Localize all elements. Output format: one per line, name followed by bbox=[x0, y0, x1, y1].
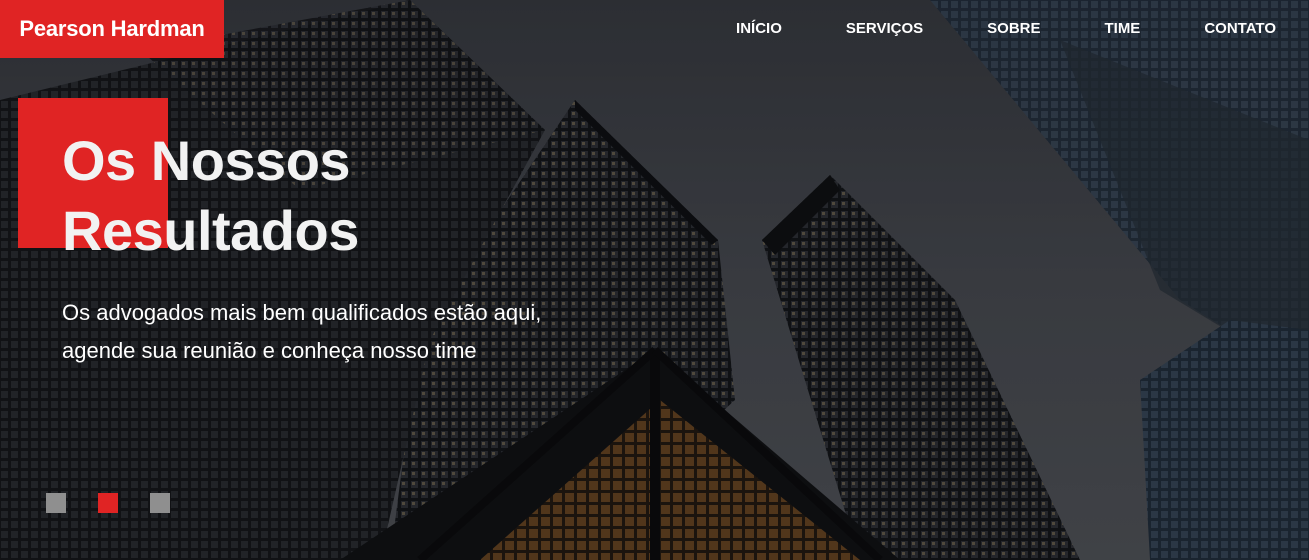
hero-banner: Pearson Hardman INÍCIO SERVIÇOS SOBRE TI… bbox=[0, 0, 1309, 560]
nav-item-time[interactable]: TIME bbox=[1104, 20, 1140, 37]
hero-title-line-1: Os Nossos bbox=[62, 129, 351, 192]
nav-item-servicos[interactable]: SERVIÇOS bbox=[846, 20, 923, 37]
hero-subtitle-line-1: Os advogados mais bem qualificados estão… bbox=[62, 300, 542, 325]
nav-item-inicio[interactable]: INÍCIO bbox=[736, 20, 782, 37]
carousel-indicators bbox=[46, 493, 202, 513]
carousel-dot-2[interactable] bbox=[98, 493, 118, 513]
hero-title-line-2: Resultados bbox=[62, 199, 359, 262]
hero-subtitle-line-2: agende sua reunião e conheça nosso time bbox=[62, 338, 477, 363]
carousel-dot-3[interactable] bbox=[150, 493, 170, 513]
nav-item-contato[interactable]: CONTATO bbox=[1204, 20, 1276, 37]
hero-subtitle: Os advogados mais bem qualificados estão… bbox=[62, 294, 622, 370]
nav-item-sobre[interactable]: SOBRE bbox=[987, 20, 1040, 37]
hero-title: Os Nossos Resultados bbox=[62, 126, 582, 266]
brand-logo[interactable]: Pearson Hardman bbox=[0, 0, 224, 58]
hero-background-image bbox=[0, 0, 1309, 560]
carousel-dot-1[interactable] bbox=[46, 493, 66, 513]
main-navigation: INÍCIO SERVIÇOS SOBRE TIME CONTATO bbox=[736, 0, 1309, 56]
